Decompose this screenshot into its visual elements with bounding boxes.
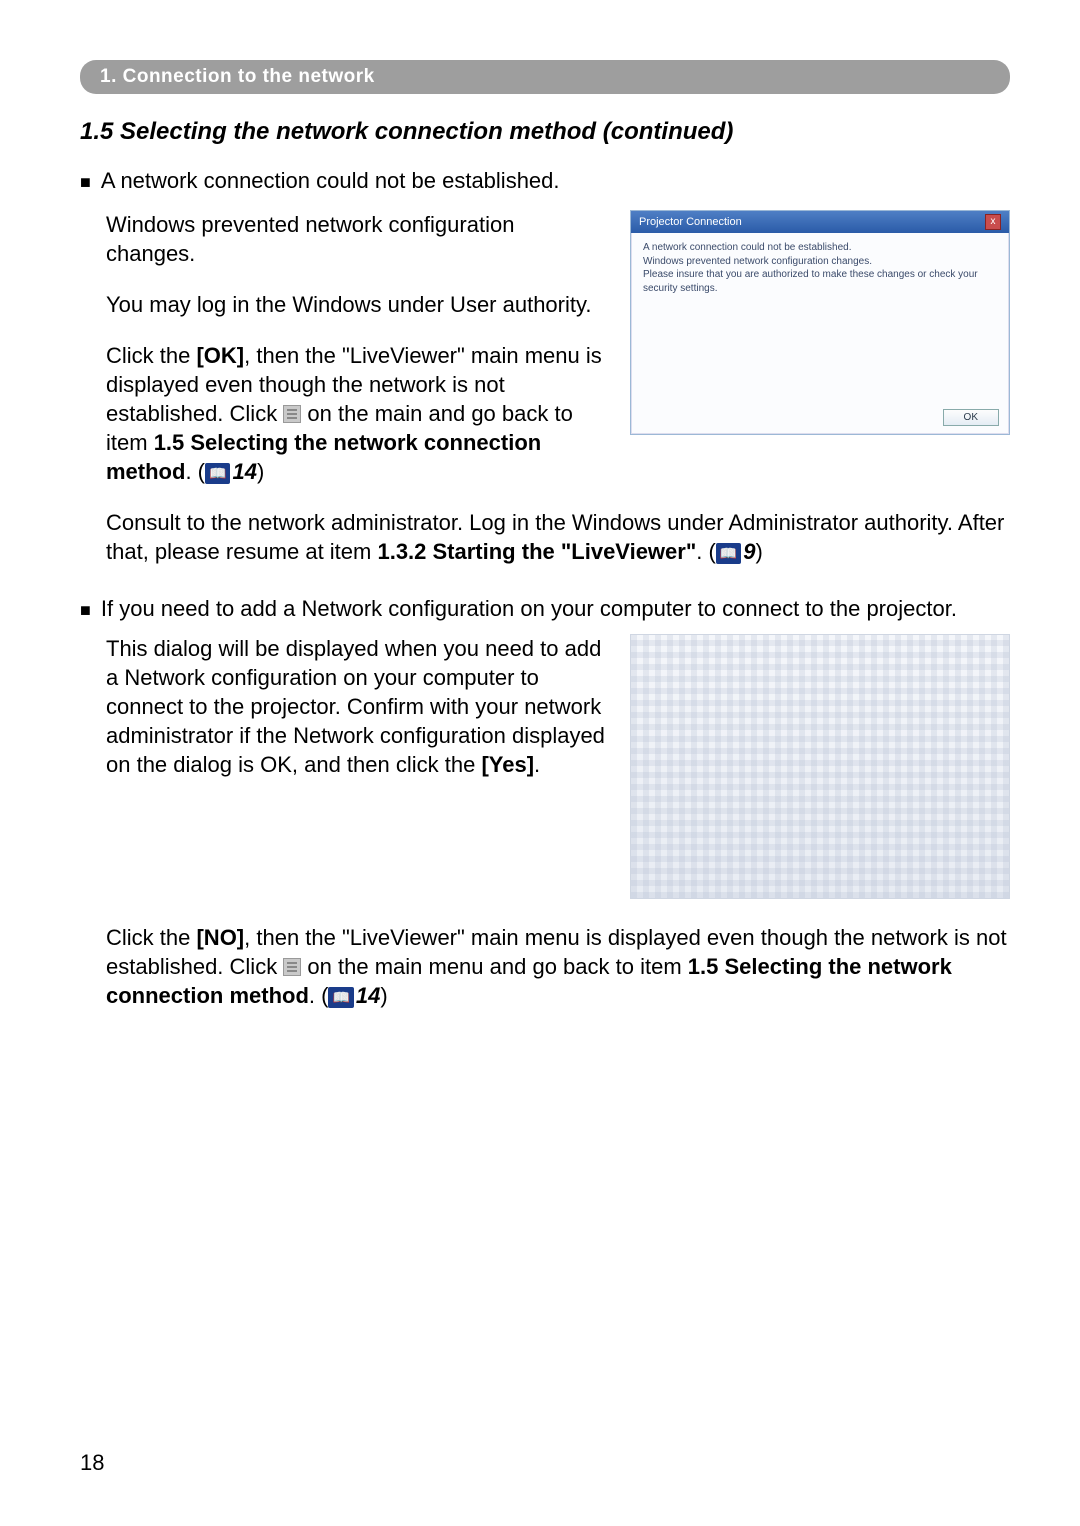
body-paragraph: Click the [OK], then the "LiveViewer" ma… — [106, 341, 606, 486]
body-paragraph: This dialog will be displayed when you n… — [106, 634, 606, 779]
bullet-item: ■ If you need to add a Network configura… — [80, 596, 1010, 624]
square-bullet-icon: ■ — [80, 596, 91, 624]
no-label: [NO] — [196, 925, 244, 950]
book-icon: 📖 — [716, 543, 741, 563]
dialog-screenshot: Projector Connection x A network connect… — [630, 210, 1010, 435]
cross-ref: 1.3.2 Starting the "LiveViewer" — [377, 539, 696, 564]
square-bullet-icon: ■ — [80, 168, 91, 196]
connect-icon — [283, 958, 301, 976]
cross-ref: 1.5 Selecting the network connection met… — [106, 430, 541, 484]
dialog-line: Please insure that you are authorized to… — [643, 268, 997, 295]
page-number: 18 — [80, 1450, 104, 1476]
bullet-item: ■ A network connection could not be esta… — [80, 168, 1010, 196]
page-ref: 14 — [232, 459, 256, 484]
dialog-screenshot-placeholder — [630, 634, 1010, 899]
page-ref: 14 — [356, 983, 380, 1008]
bullet-text: A network connection could not be establ… — [101, 168, 560, 194]
body-paragraph: Click the [NO], then the "LiveViewer" ma… — [106, 923, 1010, 1010]
book-icon: 📖 — [205, 463, 230, 483]
dialog-line: Windows prevented network configuration … — [643, 255, 997, 269]
ok-label: [OK] — [196, 343, 244, 368]
ok-button[interactable]: OK — [943, 409, 999, 426]
dialog-titlebar: Projector Connection x — [631, 211, 1009, 233]
dialog-line: A network connection could not be establ… — [643, 241, 997, 255]
chapter-tab: 1. Connection to the network — [80, 60, 1010, 94]
page-ref: 9 — [743, 539, 755, 564]
yes-label: [Yes] — [481, 752, 534, 777]
close-icon[interactable]: x — [985, 214, 1001, 230]
dialog-body: A network connection could not be establ… — [631, 233, 1009, 403]
bullet-text: If you need to add a Network configurati… — [101, 596, 957, 622]
connect-icon — [283, 405, 301, 423]
body-paragraph: Consult to the network administrator. Lo… — [106, 508, 1010, 566]
dialog-title-text: Projector Connection — [639, 216, 742, 228]
section-title: 1.5 Selecting the network connection met… — [80, 118, 1010, 146]
body-paragraph: You may log in the Windows under User au… — [106, 290, 606, 319]
body-paragraph: Windows prevented network configuration … — [106, 210, 606, 268]
book-icon: 📖 — [328, 987, 353, 1007]
